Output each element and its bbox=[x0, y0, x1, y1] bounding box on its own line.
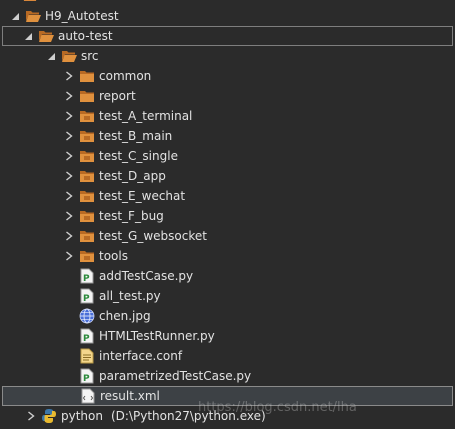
tree-item-label: python bbox=[61, 409, 103, 423]
tree-item-auto-test[interactable]: auto-test bbox=[2, 26, 453, 46]
svg-text:P: P bbox=[83, 294, 90, 304]
folder-icon bbox=[79, 88, 95, 104]
expanded-arrow-icon[interactable] bbox=[46, 50, 56, 62]
tree-item-label: parametrizedTestCase.py bbox=[99, 369, 252, 383]
tree-item-label: test_D_app bbox=[99, 169, 166, 183]
tree-item-label: test_B_main bbox=[99, 129, 173, 143]
tree-item-label: common bbox=[99, 69, 152, 83]
collapsed-arrow-icon[interactable] bbox=[64, 150, 74, 162]
tree-item-folder[interactable]: test_G_websocket bbox=[0, 226, 455, 246]
tree-item-label: auto-test bbox=[58, 29, 113, 43]
expanded-arrow-icon[interactable] bbox=[23, 30, 33, 42]
collapsed-arrow-icon[interactable] bbox=[64, 70, 74, 82]
tree-item-label: all_test.py bbox=[99, 289, 161, 303]
tree-item-label: report bbox=[99, 89, 136, 103]
collapsed-arrow-icon[interactable] bbox=[64, 210, 74, 222]
tree-item-label: test_A_terminal bbox=[99, 109, 193, 123]
tree-item-folder[interactable]: test_A_terminal bbox=[0, 106, 455, 126]
tree-item-folder[interactable]: test_F_bug bbox=[0, 206, 455, 226]
collapsed-arrow-icon[interactable] bbox=[26, 410, 36, 422]
collapsed-arrow-icon[interactable] bbox=[64, 230, 74, 242]
collapsed-arrow-icon[interactable] bbox=[64, 190, 74, 202]
tree-item-h9-autotest[interactable]: H9_Autotest bbox=[0, 6, 455, 26]
collapsed-arrow-icon[interactable] bbox=[64, 170, 74, 182]
top-partial-row bbox=[22, 0, 42, 4]
python-logo-icon bbox=[41, 408, 57, 424]
tree-item-label: interface.conf bbox=[99, 349, 183, 363]
collapsed-arrow-icon[interactable] bbox=[64, 90, 74, 102]
open-folder-icon bbox=[38, 28, 54, 44]
source-folder-icon bbox=[61, 48, 77, 64]
tree-item-file[interactable]: P addTestCase.py bbox=[0, 266, 455, 286]
tree-item-label: addTestCase.py bbox=[99, 269, 194, 283]
expanded-arrow-icon[interactable] bbox=[10, 10, 20, 22]
tree-item-file[interactable]: interface.conf bbox=[0, 346, 455, 366]
collapsed-arrow-icon[interactable] bbox=[64, 130, 74, 142]
tree-item-file[interactable]: P HTMLTestRunner.py bbox=[0, 326, 455, 346]
open-folder-icon bbox=[25, 8, 41, 24]
tree-item-src[interactable]: src bbox=[0, 46, 455, 66]
package-folder-icon bbox=[79, 228, 95, 244]
tree-item-folder[interactable]: report bbox=[0, 86, 455, 106]
tree-item-label: test_G_websocket bbox=[99, 229, 207, 243]
package-folder-icon bbox=[79, 248, 95, 264]
tree-item-label: chen.jpg bbox=[99, 309, 151, 323]
tree-item-label: test_C_single bbox=[99, 149, 178, 163]
collapsed-arrow-icon[interactable] bbox=[64, 250, 74, 262]
svg-text:P: P bbox=[83, 334, 90, 344]
text-file-icon bbox=[79, 348, 95, 364]
tree-item-label: result.xml bbox=[100, 389, 160, 403]
tree-item-label: src bbox=[81, 49, 99, 63]
python-file-icon: P bbox=[79, 328, 95, 344]
tree-item-file[interactable]: chen.jpg bbox=[0, 306, 455, 326]
project-explorer-tree: H9_Autotest auto-test src common report bbox=[0, 0, 455, 429]
folder-icon bbox=[79, 68, 95, 84]
python-file-icon: P bbox=[79, 368, 95, 384]
tree-item-label: test_F_bug bbox=[99, 209, 164, 223]
package-folder-icon bbox=[79, 108, 95, 124]
tree-item-folder[interactable]: test_B_main bbox=[0, 126, 455, 146]
tree-item-folder[interactable]: test_C_single bbox=[0, 146, 455, 166]
package-folder-icon bbox=[79, 168, 95, 184]
collapsed-arrow-icon[interactable] bbox=[64, 110, 74, 122]
tree-item-folder[interactable]: test_D_app bbox=[0, 166, 455, 186]
tree-item-folder[interactable]: tools bbox=[0, 246, 455, 266]
python-file-icon: P bbox=[79, 268, 95, 284]
xml-file-icon bbox=[80, 388, 96, 404]
python-file-icon: P bbox=[79, 288, 95, 304]
tree-item-folder[interactable]: test_E_wechat bbox=[0, 186, 455, 206]
svg-text:P: P bbox=[83, 274, 90, 284]
tree-item-file[interactable]: P parametrizedTestCase.py bbox=[0, 366, 455, 386]
tree-item-folder[interactable]: common bbox=[0, 66, 455, 86]
watermark-text: https://blog.csdn.net/lha bbox=[198, 400, 357, 415]
package-folder-icon bbox=[79, 208, 95, 224]
tree-item-label: test_E_wechat bbox=[99, 189, 186, 203]
globe-icon bbox=[79, 308, 95, 324]
package-folder-icon bbox=[79, 148, 95, 164]
package-folder-icon bbox=[79, 128, 95, 144]
tree-item-label: tools bbox=[99, 249, 128, 263]
tree-item-label: H9_Autotest bbox=[45, 9, 119, 23]
package-folder-icon bbox=[79, 188, 95, 204]
svg-text:P: P bbox=[83, 374, 90, 384]
tree-item-label: HTMLTestRunner.py bbox=[99, 329, 215, 343]
tree-item-file[interactable]: P all_test.py bbox=[0, 286, 455, 306]
